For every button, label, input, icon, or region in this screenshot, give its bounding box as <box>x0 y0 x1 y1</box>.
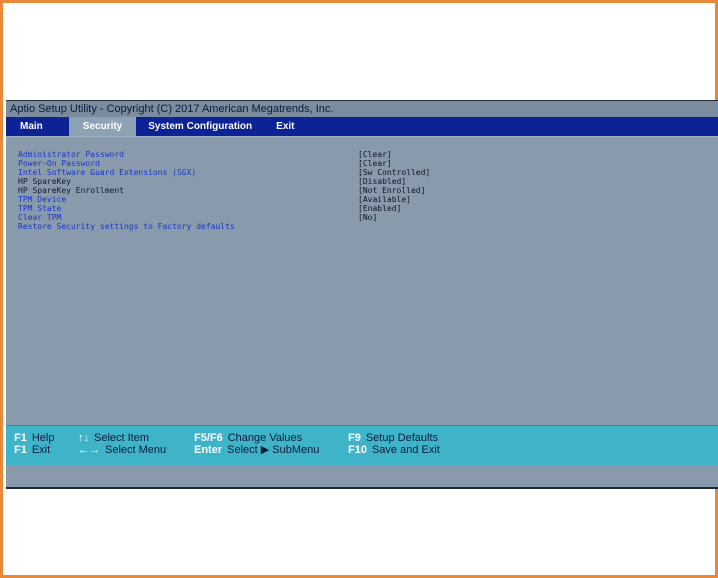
hotkey-select-menu: ←→ Select Menu <box>78 444 166 456</box>
administrator-password-value[interactable]: [Clear] <box>358 150 392 159</box>
administrator-password-item[interactable]: Administrator Password <box>18 150 124 159</box>
hotkey-select-menu-key: ←→ <box>78 444 100 456</box>
hotkey-select-submenu-desc: Select ▶ SubMenu <box>227 444 320 456</box>
hp-sparekey-item: HP SpareKey <box>18 177 71 186</box>
bios-screen: Aptio Setup Utility - Copyright (C) 2017… <box>6 100 718 489</box>
hotkey-setup-defaults-key: F9 <box>348 432 361 444</box>
hp-sparekey-enrollment-item: HP SpareKey Enrollment <box>18 186 124 195</box>
hotkey-select-submenu-key: Enter <box>194 444 223 456</box>
hotkey-select-menu-desc: Select Menu <box>105 444 167 456</box>
hotkey-select-submenu: Enter Select ▶ SubMenu <box>194 444 319 456</box>
hotkey-select-item-key: ↑↓ <box>78 432 89 444</box>
clear-tpm-value[interactable]: [No] <box>358 213 377 222</box>
hotkey-exit-desc: Exit <box>31 444 51 456</box>
tab-main[interactable]: Main <box>6 117 69 136</box>
hotkey-change-values-key: F5/F6 <box>194 432 223 444</box>
tpm-device-item[interactable]: TPM Device <box>18 195 66 204</box>
tpm-device-value[interactable]: [Available] <box>358 195 411 204</box>
intel-sgx-value[interactable]: [Sw Controlled] <box>358 168 430 177</box>
window-title: Aptio Setup Utility - Copyright (C) 2017… <box>6 101 718 117</box>
tpm-state-value[interactable]: [Enabled] <box>358 204 401 213</box>
menu-bar: Main Security System Configuration Exit <box>6 117 718 136</box>
hotkey-save-exit-desc: Save and Exit <box>371 444 440 456</box>
tab-exit[interactable]: Exit <box>264 117 306 136</box>
hotkey-save-exit: F10 Save and Exit <box>348 444 440 456</box>
hotkey-change-values: F5/F6 Change Values <box>194 432 302 444</box>
hotkey-exit: F1 Exit <box>14 444 50 456</box>
hotkey-change-values-desc: Change Values <box>227 432 303 444</box>
tab-security[interactable]: Security <box>68 117 137 136</box>
restore-security-defaults-item[interactable]: Restore Security settings to Factory def… <box>18 222 235 231</box>
hotkey-help-desc: Help <box>31 432 55 444</box>
intel-sgx-item[interactable]: Intel Software Guard Extensions (SGX) <box>18 168 196 177</box>
hotkey-help: F1 Help <box>14 432 54 444</box>
hp-sparekey-value: [Disabled] <box>358 177 407 186</box>
tab-system-configuration[interactable]: System Configuration <box>136 117 264 136</box>
hotkey-help-key: F1 <box>14 432 27 444</box>
tpm-state-item[interactable]: TPM State <box>18 204 61 213</box>
hotkey-setup-defaults: F9 Setup Defaults <box>348 432 438 444</box>
hotkey-setup-defaults-desc: Setup Defaults <box>365 432 438 444</box>
hotkey-save-exit-key: F10 <box>348 444 367 456</box>
clear-tpm-item[interactable]: Clear TPM <box>18 213 61 222</box>
hotkey-legend: F1 Help F1 Exit ↑↓ Select Item ←→ Select Men… <box>6 425 718 466</box>
hp-sparekey-enrollment-value: [Not Enrolled] <box>358 186 426 195</box>
power-on-password-item[interactable]: Power-On Password <box>18 159 100 168</box>
power-on-password-value[interactable]: [Clear] <box>358 159 392 168</box>
hotkey-select-item-desc: Select Item <box>94 432 150 444</box>
security-settings-panel: Administrator Password [Clear] Power-On … <box>6 136 718 422</box>
hotkey-exit-key: F1 <box>14 444 27 456</box>
hotkey-select-item: ↑↓ Select Item <box>78 432 149 444</box>
image-frame: Aptio Setup Utility - Copyright (C) 2017… <box>0 0 718 578</box>
bottom-strip <box>6 465 718 487</box>
